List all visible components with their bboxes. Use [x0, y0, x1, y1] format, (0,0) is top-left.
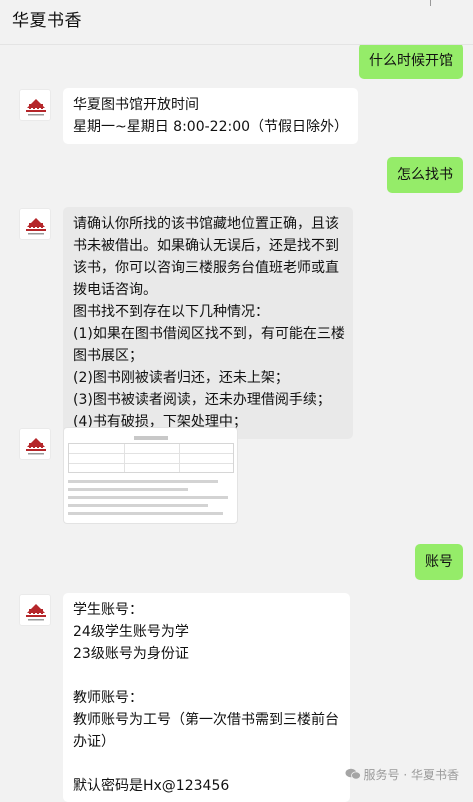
library-logo-avatar[interactable] [19, 594, 51, 626]
thumbnail-table [68, 443, 234, 473]
chat-header: 华夏书香 [0, 0, 473, 45]
reply-line: 图书展区； [73, 348, 143, 364]
bot-reply-find-book: 请确认你所找的该书馆藏地位置正确，且该 书未被借出。如果确认无误后，还是找不到 … [63, 207, 353, 439]
student-24-rule: 24级学生账号为学 [73, 624, 189, 640]
library-logo-icon [26, 99, 46, 116]
reply-line: 该书，你可以咨询三楼服务台值班老师或直 [73, 260, 339, 276]
reply-line: 书未被借出。如果确认无误后，还是找不到 [73, 238, 339, 254]
reply-line: 拨电话咨询。 [73, 282, 157, 298]
default-password: 默认密码是Hx@123456 [73, 778, 230, 794]
wechat-icon [345, 768, 361, 780]
image-message-thumbnail[interactable] [63, 427, 238, 524]
user-message-opening-hours[interactable]: 什么时候开馆 [359, 43, 463, 79]
reply-line: 请确认你所找的该书馆藏地位置正确，且该 [73, 216, 339, 232]
reply-line: (1)如果在图书借阅区找不到，有可能在三楼 [73, 326, 345, 342]
watermark-text: 服务号 · 华夏书香 [363, 768, 459, 782]
reply-line: 华夏图书馆开放时间 [73, 97, 199, 113]
student-23-rule: 23级账号为身份证 [73, 646, 189, 662]
teacher-rule-line1: 教师账号为工号（第一次借书需到三楼前台 [73, 712, 339, 728]
library-logo-icon [26, 438, 46, 455]
library-logo-icon [26, 218, 46, 235]
thumbnail-heading [134, 436, 168, 440]
reply-line: 图书找不到存在以下几种情况： [73, 304, 269, 320]
user-message-account[interactable]: 账号 [415, 544, 463, 580]
student-account-title: 学生账号： [73, 602, 143, 618]
reply-line: 星期一~星期日 8:00-22:00（节假日除外） [73, 119, 349, 135]
reply-line: (3)图书被读者阅读，还未办理借阅手续； [73, 392, 331, 408]
teacher-rule-line2: 办证） [73, 734, 115, 750]
library-logo-icon [26, 604, 46, 621]
header-divider [430, 0, 431, 6]
library-logo-avatar[interactable] [19, 89, 51, 121]
library-logo-avatar[interactable] [19, 428, 51, 460]
reply-line: (2)图书刚被读者归还，还未上架； [73, 370, 289, 386]
bot-reply-account: 学生账号： 24级学生账号为学 23级账号为身份证 教师账号： 教师账号为工号（… [63, 593, 350, 802]
wechat-watermark: 服务号 · 华夏书香 [345, 766, 459, 783]
chat-title: 华夏书香 [12, 11, 82, 31]
teacher-account-title: 教师账号： [73, 690, 143, 706]
bot-reply-opening-hours: 华夏图书馆开放时间 星期一~星期日 8:00-22:00（节假日除外） [63, 88, 359, 144]
user-message-find-book[interactable]: 怎么找书 [387, 157, 463, 193]
library-logo-avatar[interactable] [19, 208, 51, 240]
